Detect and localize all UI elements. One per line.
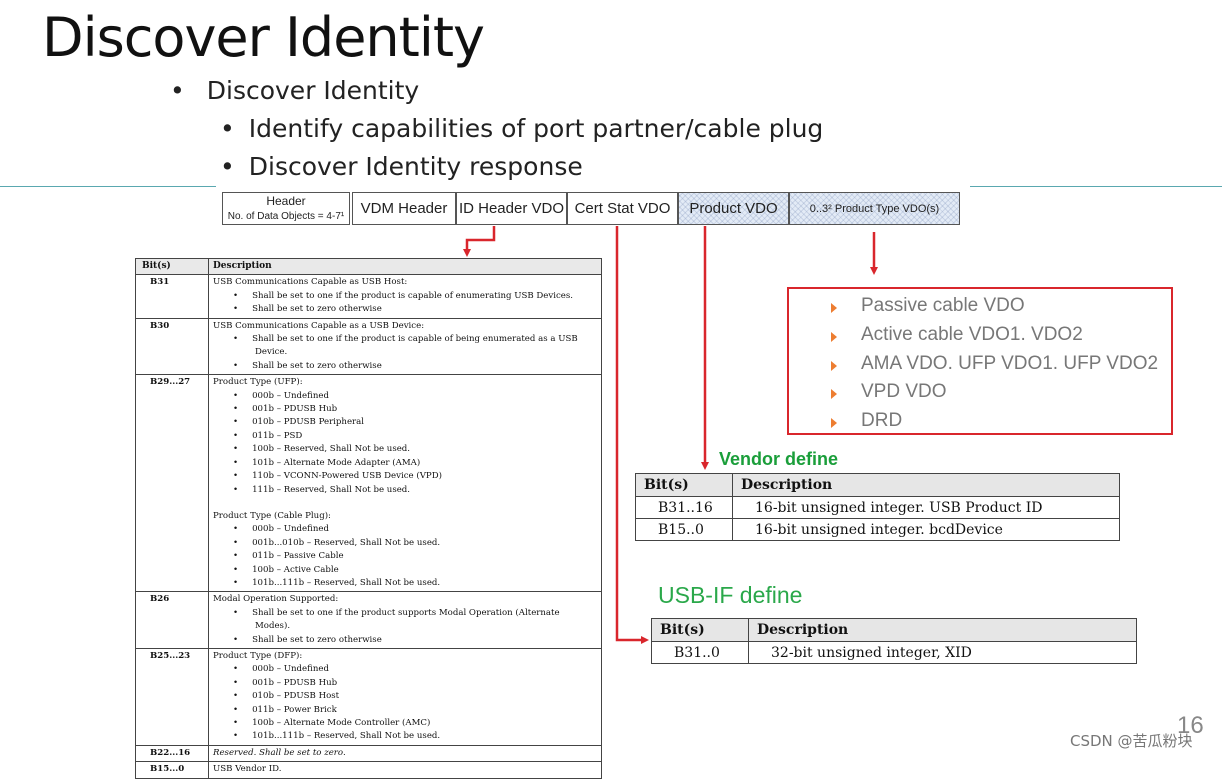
table-row: B15...0 USB Vendor ID. [135, 761, 602, 779]
arrows-layer [463, 226, 878, 644]
bit-cell: B15...0 [135, 761, 209, 779]
arrow-id-header [463, 226, 496, 257]
arrow-cert-stat [615, 226, 649, 644]
description-cell: USB Vendor ID. [208, 761, 602, 779]
watermark: CSDN @苦瓜粉块 [1070, 732, 1193, 750]
